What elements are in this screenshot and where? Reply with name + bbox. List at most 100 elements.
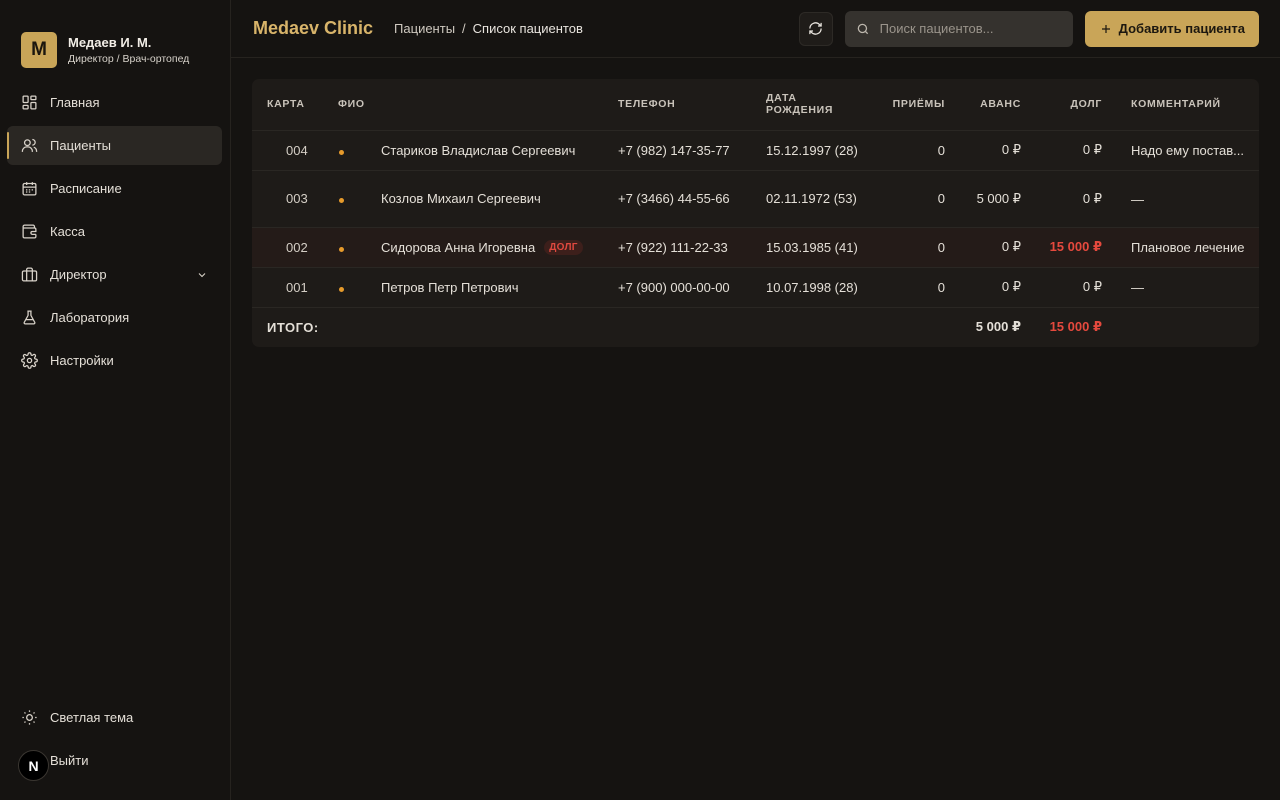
search-icon [857,23,868,34]
sidebar-item-label: Расписание [50,181,122,196]
theme-toggle[interactable]: Светлая тема [7,698,222,737]
column-dob[interactable]: ДАТА РОЖДЕНИЯ [766,79,878,130]
theme-toggle-label: Светлая тема [50,710,134,725]
column-comment[interactable]: КОММЕНТАРИЙ [1102,79,1259,130]
cell-phone: +7 (982) 147-35-77 [618,142,730,158]
cell-advance: 0 ₽ [1001,279,1021,294]
avatar: M [21,32,57,68]
add-patient-button[interactable]: Добавить пациента [1084,10,1259,47]
cell-name: Петров Петр Петрович [381,279,519,295]
cell-phone: +7 (3466) 44-55-66 [618,170,766,227]
cell-debt: 0 ₽ [1082,279,1102,294]
cell-card: 002 [286,239,308,255]
sidebar-item-laboratory[interactable]: Лаборатория [7,298,222,337]
flask-icon [23,310,36,325]
sidebar-item-home[interactable]: Главная [7,83,222,122]
cell-dob: 02.11.1972 (53) [766,191,857,206]
total-label: ИТОГО: [267,319,319,335]
search-box [844,10,1073,47]
column-advance[interactable]: АВАНС [945,79,1021,130]
users-icon [21,138,38,152]
column-dob-line2: РОЖДЕНИЯ [766,104,834,117]
logout-label: Выйти [50,753,89,768]
topbar: Medaev Clinic Пациенты / Список пациенто… [231,0,1280,58]
sidebar-item-label: Лаборатория [50,310,130,325]
cell-card: 003 [286,191,308,206]
briefcase-icon [21,267,38,282]
wallet-icon [22,224,37,239]
sidebar-item-cashbox[interactable]: Касса [7,212,222,251]
breadcrumb-patients[interactable]: Пациенты [394,21,455,36]
dev-badge[interactable]: N [18,750,49,781]
breadcrumb-separator: / [462,21,466,36]
cell-debt: 15 000 ₽ [1049,239,1102,254]
status-dot [339,286,344,292]
main-area: Medaev Clinic Пациенты / Список пациенто… [231,0,1280,800]
column-debt[interactable]: ДОЛГ [1021,79,1102,130]
column-visits[interactable]: ПРИЁМЫ [878,79,945,130]
cell-debt: 0 ₽ [1082,142,1102,157]
user-profile[interactable]: M Медаев И. М. Директор / Врач-ортопед [0,0,230,79]
sidebar-item-settings[interactable]: Настройки [7,341,222,380]
comment-text: — [1131,280,1144,296]
column-name-spacer [381,79,618,130]
column-phone[interactable]: ТЕЛЕФОН [618,79,766,130]
sidebar-item-director[interactable]: Директор [7,255,222,294]
name-text: Сидорова Анна Игоревна [381,239,536,255]
chevron-down-icon[interactable] [196,269,208,281]
cell-dob: 10.07.1998 (28) [766,279,858,295]
main-nav: Главная Пациенты Расписание Касса Директ… [0,83,230,380]
column-card[interactable]: КАРТА [252,79,338,130]
patients-table-card: КАРТА ФИО ТЕЛЕФОН ДАТА РОЖДЕНИЯ ПРИЁМЫ АВ… [252,79,1259,347]
cell-status [338,227,381,267]
cell-visits: 0 [937,239,945,255]
cell-visits: 0 [937,279,945,295]
plus-icon [1101,24,1110,33]
refresh-button[interactable] [798,11,833,46]
cell-comment: Надо ему постав... [1102,130,1259,170]
total-debt: 15 000 ₽ [1049,319,1102,335]
table-row[interactable]: 002 Сидорова Анна Игоревна ДОЛГ +7 (922)… [252,227,1259,267]
cell-card: 001 [286,279,308,295]
sidebar-item-label: Директор [50,267,107,282]
sidebar-item-label: Касса [50,224,86,239]
cell-advance: 0 ₽ [1001,142,1021,157]
column-name[interactable]: ФИО [338,79,381,130]
refresh-icon [809,22,822,35]
cell-comment: Плановое лечение [1102,227,1259,267]
cell-status [338,130,381,170]
sidebar-item-label: Настройки [50,353,114,368]
add-patient-label: Добавить пациента [1118,21,1245,36]
debt-badge: ДОЛГ [544,239,583,255]
sidebar: M Медаев И. М. Директор / Врач-ортопед Г… [0,0,231,800]
sidebar-item-patients[interactable]: Пациенты [7,126,222,165]
breadcrumb: Пациенты / Список пациентов [394,21,583,36]
table-header-row: КАРТА ФИО ТЕЛЕФОН ДАТА РОЖДЕНИЯ ПРИЁМЫ АВ… [252,79,1259,130]
breadcrumb-current: Список пациентов [472,21,583,36]
comment-text: — [1131,191,1144,207]
cell-status [338,267,381,307]
total-row: ИТОГО: 5 000 ₽ 15 000 ₽ [252,307,1259,347]
total-advance: 5 000 ₽ [975,319,1021,335]
status-dot [339,198,344,203]
patients-table: КАРТА ФИО ТЕЛЕФОН ДАТА РОЖДЕНИЯ ПРИЁМЫ АВ… [252,79,1259,347]
cell-status [338,170,381,227]
cell-visits: 0 [937,142,945,158]
sidebar-item-schedule[interactable]: Расписание [7,169,222,208]
table-row[interactable]: 003 Козлов Михаил Сергеевич +7 (3466) 44… [252,170,1259,227]
status-dot [339,246,344,252]
cell-advance: 5 000 ₽ [976,190,1021,206]
table-row[interactable]: 001 Петров Петр Петрович +7 (900) 000-00… [252,267,1259,307]
cell-comment: — [1102,170,1259,227]
brand-title[interactable]: Medaev Clinic [253,18,373,39]
search-input[interactable] [879,21,1060,36]
cell-card: 004 [286,142,308,158]
cell-phone: +7 (900) 000-00-00 [618,279,730,295]
status-dot [339,149,344,155]
cell-comment: — [1102,267,1259,307]
cell-dob: 15.03.1985 (41) [766,239,858,255]
sidebar-item-label: Пациенты [50,138,111,153]
total-comment-empty [1102,307,1259,347]
cell-dob: 15.12.1997 (28) [766,142,858,158]
table-row[interactable]: 004 Стариков Владислав Сергеевич +7 (982… [252,130,1259,170]
